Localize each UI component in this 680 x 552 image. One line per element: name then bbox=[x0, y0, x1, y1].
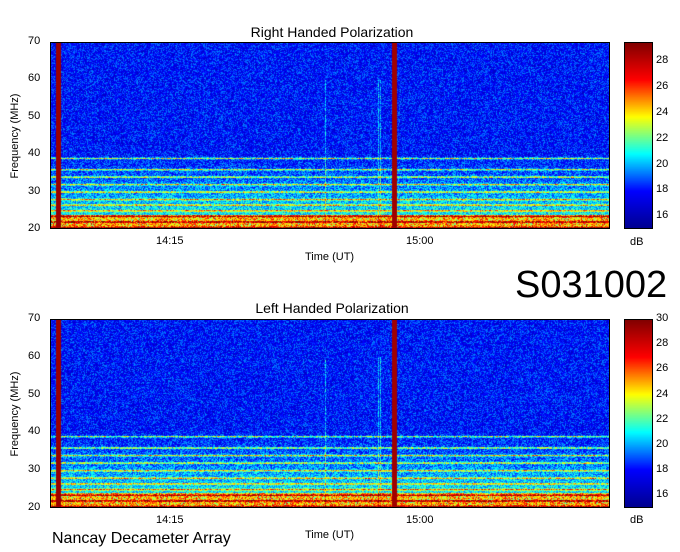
x-tick-label: 14:15 bbox=[156, 514, 184, 526]
colorbar-tick-label: 28 bbox=[656, 54, 669, 67]
x-tick-label: 14:15 bbox=[156, 235, 184, 247]
y-tick-label: 70 bbox=[28, 35, 41, 47]
y-tick-label: 60 bbox=[28, 72, 41, 85]
y-tick-label: 70 bbox=[28, 312, 41, 324]
panel1-colorbar bbox=[624, 42, 653, 229]
y-tick-label: 30 bbox=[28, 463, 41, 476]
colorbar-tick-label: 22 bbox=[656, 131, 669, 144]
panel1-xlabel: Time (UT) bbox=[305, 251, 355, 263]
colorbar-tick-label: 26 bbox=[656, 362, 669, 375]
colorbar-tick-label: 18 bbox=[656, 463, 669, 476]
y-tick-label: 40 bbox=[28, 147, 41, 160]
colorbar-tick-label: 30 bbox=[656, 312, 669, 324]
x-tick-label: 15:00 bbox=[406, 514, 434, 526]
panel2-colorbar bbox=[624, 319, 653, 508]
panel1-colorbar-label: dB bbox=[630, 236, 644, 248]
panel2-spectrogram bbox=[50, 319, 610, 508]
colorbar-tick-label: 18 bbox=[656, 183, 669, 196]
colorbar-tick-label: 24 bbox=[656, 105, 669, 118]
x-tick-label: 15:00 bbox=[406, 235, 434, 247]
panel1-title: Right Handed Polarization bbox=[250, 24, 414, 40]
y-tick-label: 30 bbox=[28, 184, 41, 197]
panel1-spectrogram bbox=[50, 42, 610, 229]
dataset-id: S031002 bbox=[515, 264, 668, 306]
colorbar-tick-label: 28 bbox=[656, 337, 669, 350]
y-tick-label: 20 bbox=[28, 222, 41, 234]
colorbar-tick-label: 16 bbox=[656, 488, 669, 501]
y-tick-label: 20 bbox=[28, 501, 41, 513]
footer-observatory: Nancay Decameter Array bbox=[52, 530, 231, 547]
colorbar-tick-label: 24 bbox=[656, 387, 669, 400]
y-tick-label: 50 bbox=[28, 387, 41, 400]
colorbar-tick-label: 26 bbox=[656, 80, 669, 93]
colorbar-tick-label: 22 bbox=[656, 412, 669, 425]
panel1-ylabel: Frequency (MHz) bbox=[9, 93, 21, 179]
panel2-ylabel: Frequency (MHz) bbox=[9, 371, 21, 457]
panel2-title: Left Handed Polarization bbox=[255, 300, 409, 316]
y-tick-label: 60 bbox=[28, 349, 41, 362]
colorbar-tick-label: 20 bbox=[656, 157, 669, 170]
panel2-colorbar-label: dB bbox=[630, 514, 644, 526]
colorbar-tick-label: 16 bbox=[656, 209, 669, 222]
y-tick-label: 50 bbox=[28, 109, 41, 122]
panel2-xlabel: Time (UT) bbox=[305, 529, 355, 541]
colorbar-tick-label: 20 bbox=[656, 438, 669, 450]
y-tick-label: 40 bbox=[28, 425, 41, 438]
